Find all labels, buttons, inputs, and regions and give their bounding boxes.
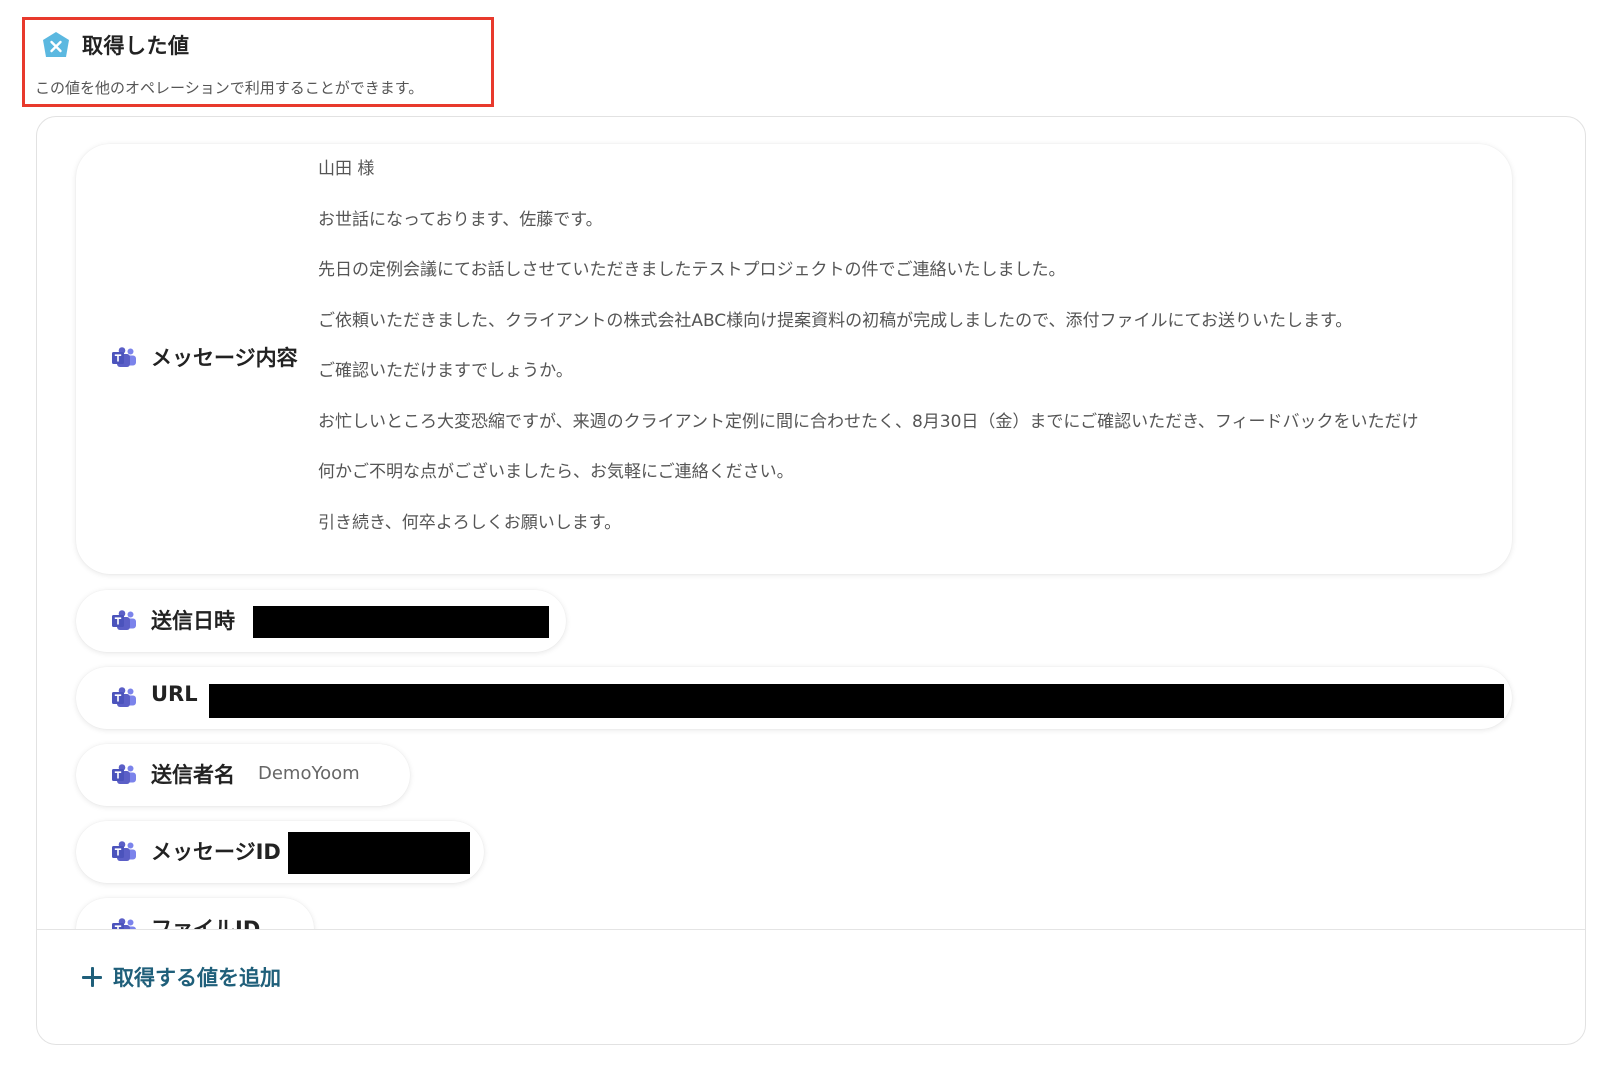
retrieved-values-header: 取得した値 この値を他のオペレーションで利用することができます。 — [22, 17, 494, 107]
field-label: メッセージID — [151, 840, 281, 864]
microsoft-teams-icon — [112, 841, 136, 861]
field-label: 送信日時 — [151, 609, 235, 633]
plus-icon — [81, 966, 103, 988]
field-card-sent-at[interactable]: 送信日時 — [76, 590, 566, 652]
redacted-value — [209, 684, 1504, 718]
field-card-url[interactable]: URL — [76, 667, 1512, 729]
message-line: 山田 様 — [318, 159, 375, 179]
footer-divider — [37, 929, 1585, 930]
message-line: 引き続き、何卒よろしくお願いします。 — [318, 512, 622, 533]
field-card-message-id[interactable]: メッセージID — [76, 821, 484, 883]
section-title: 取得した値 — [82, 34, 190, 58]
section-description: この値を他のオペレーションで利用することができます。 — [35, 79, 424, 97]
message-line: お世話になっております、佐藤です。 — [318, 209, 603, 230]
add-value-button[interactable]: 取得する値を追加 — [81, 960, 281, 994]
field-card-message[interactable]: メッセージ内容 山田 様 お世話になっております、佐藤です。 先日の定例会議にて… — [76, 144, 1512, 574]
yoom-logo-icon — [43, 32, 69, 57]
field-card-file-id[interactable]: ファイルID — [76, 898, 314, 929]
field-label: ファイルID — [151, 917, 261, 929]
message-line: ご依頼いただきました、クライアントの株式会社ABC様向け提案資料の初稿が完成しま… — [318, 310, 1353, 331]
retrieved-values-panel: 取得した値 この値を他のオペレーションで利用することができます。 メッセージ内容… — [0, 0, 1600, 1080]
microsoft-teams-icon — [112, 687, 136, 707]
redacted-value — [253, 606, 549, 638]
redacted-value — [288, 832, 470, 874]
message-body: 山田 様 お世話になっております、佐藤です。 先日の定例会議にてお話しさせていた… — [318, 154, 1468, 558]
field-card-sender-name[interactable]: 送信者名 DemoYoom — [76, 744, 410, 806]
message-line: 何かご不明な点がございましたら、お気軽にご連絡ください。 — [318, 462, 794, 482]
field-label: URL — [151, 682, 198, 706]
microsoft-teams-icon — [112, 764, 136, 784]
microsoft-teams-icon — [112, 347, 136, 367]
microsoft-teams-icon — [112, 610, 136, 630]
add-value-label: 取得する値を追加 — [113, 966, 281, 990]
values-list[interactable]: メッセージ内容 山田 様 お世話になっております、佐藤です。 先日の定例会議にて… — [37, 117, 1585, 929]
field-value: DemoYoom — [258, 763, 360, 784]
message-line: お忙しいところ大変恐縮ですが、来週のクライアント定例に間に合わせたく、8月30日… — [318, 411, 1419, 432]
field-label: 送信者名 — [151, 763, 235, 787]
field-label: メッセージ内容 — [151, 346, 298, 370]
microsoft-teams-icon — [112, 918, 136, 929]
values-container: メッセージ内容 山田 様 お世話になっております、佐藤です。 先日の定例会議にて… — [36, 116, 1586, 1045]
message-line: ご確認いただけますでしょうか。 — [318, 361, 573, 381]
message-line: 先日の定例会議にてお話しさせていただきましたテストプロジェクトの件でご連絡いたし… — [318, 260, 1066, 280]
